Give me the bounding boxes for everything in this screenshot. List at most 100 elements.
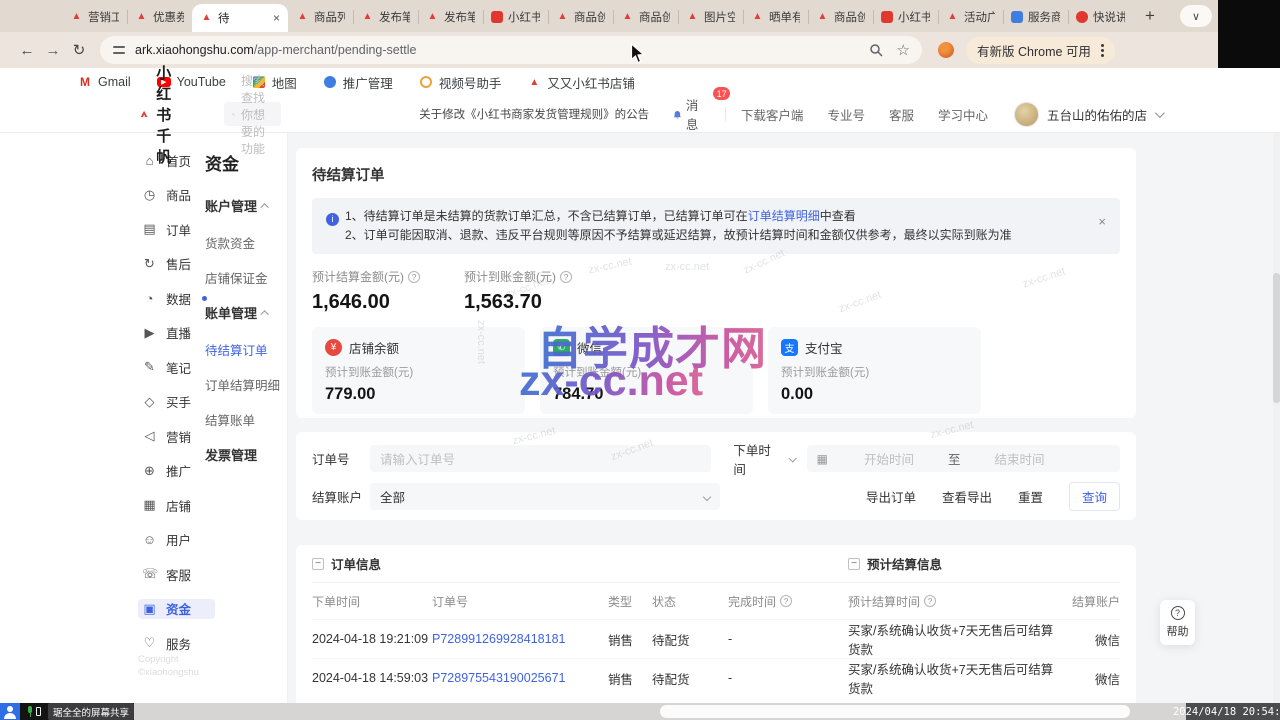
menu-item-pending-settle[interactable]: 待结算订单 xyxy=(205,340,288,359)
bookmark-channels[interactable]: 视频号助手 xyxy=(419,73,502,92)
sidebar-item-products[interactable]: ◷商品 xyxy=(138,185,215,205)
nav-download-client[interactable]: 下载客户端 xyxy=(741,105,804,124)
xiaohongshu-ark-favicon: ▲ xyxy=(751,10,764,23)
heart-icon: ♡ xyxy=(142,635,157,651)
sidebar-item-data[interactable]: ◔数据 xyxy=(138,288,215,308)
sidebar-item-users[interactable]: ☺用户 xyxy=(138,530,215,550)
collapse-icon[interactable]: − xyxy=(848,558,860,570)
sidebar-item-shop[interactable]: ▦店铺 xyxy=(138,495,215,515)
help-question-icon[interactable]: ? xyxy=(560,271,572,283)
browser-tab[interactable]: ▲商品创 xyxy=(613,1,678,32)
browser-tab[interactable]: 快说讲 xyxy=(1068,1,1133,32)
browser-tab[interactable]: 小红书 xyxy=(873,1,938,32)
browser-tab[interactable]: ▲优惠券 xyxy=(127,1,192,32)
browser-tab[interactable]: ▲商品列 xyxy=(288,1,353,32)
sidebar-item-notes[interactable]: ✎笔记 xyxy=(138,357,215,377)
order-no-input[interactable]: 请输入订单号 xyxy=(370,445,711,472)
menu-group-bill-mgmt[interactable]: 账单管理 xyxy=(205,303,288,322)
bookmark-promotion[interactable]: 推广管理 xyxy=(323,73,393,92)
browser-tab[interactable]: ▲发布笔 xyxy=(353,1,418,32)
sidebar-item-funds[interactable]: ▣资金 xyxy=(138,599,215,619)
bookmark-gmail[interactable]: MGmail xyxy=(78,75,131,89)
browser-tab[interactable]: ▲商品创 xyxy=(808,1,873,32)
scrollbar-thumb[interactable] xyxy=(1273,273,1280,403)
participant-icon[interactable] xyxy=(0,703,20,720)
nav-learning-center[interactable]: 学习中心 xyxy=(938,105,988,124)
sidebar-item-marketing[interactable]: ◁营销 xyxy=(138,426,215,446)
close-tab-icon[interactable]: × xyxy=(273,11,280,25)
help-question-icon[interactable]: ? xyxy=(408,271,420,283)
sidebar-item-service[interactable]: ☏客服 xyxy=(138,564,215,584)
table-header-row: 下单时间 订单号 类型 状态 完成时间? 预计结算时间? 结算账户 xyxy=(312,583,1120,619)
browser-tab[interactable]: 服务商 xyxy=(1003,1,1068,32)
bookmark-star-icon[interactable]: ☆ xyxy=(897,41,910,59)
view-exports-button[interactable]: 查看导出 xyxy=(942,487,992,506)
search-input[interactable]: 搜索查找你想要的功能 xyxy=(224,102,281,126)
table-group-header: −订单信息 −预计结算信息 xyxy=(312,545,1120,583)
settle-account-select[interactable]: 全部 xyxy=(370,483,720,510)
browser-tab[interactable]: ▲商品创 xyxy=(548,1,613,32)
sidebar-item-buyers[interactable]: ◇买手 xyxy=(138,392,215,412)
menu-item-settle-detail[interactable]: 订单结算明细 xyxy=(205,375,288,394)
tab-overflow-chevron[interactable]: ∨ xyxy=(1180,5,1212,27)
account-menu[interactable]: 五台山的佑佑的店 xyxy=(1014,102,1162,127)
end-time-placeholder[interactable]: 结束时间 xyxy=(994,449,1044,468)
sidebar-item-aftersale[interactable]: ↻售后 xyxy=(138,254,215,274)
export-orders-button[interactable]: 导出订单 xyxy=(866,487,916,506)
date-range-input[interactable]: ▦ 开始时间 至 结束时间 xyxy=(807,445,1120,472)
chrome-update-button[interactable]: 有新版 Chrome 可用 xyxy=(966,37,1115,64)
menu-item-goods-funds[interactable]: 货款资金 xyxy=(205,233,288,252)
browser-tab[interactable]: 小红书 xyxy=(483,1,548,32)
app-logo[interactable]: 小红书千帆 xyxy=(140,62,186,167)
main-content: 待结算订单 i1、待结算订单是未结算的货款订单汇总，不含已结算订单，已结算订单可… xyxy=(288,133,1280,703)
new-tab-button[interactable]: + xyxy=(1145,6,1155,26)
close-icon[interactable]: × xyxy=(1098,212,1106,231)
stat-value: 1,563.70 xyxy=(464,291,572,314)
order-link[interactable]: P728975543190025671 xyxy=(432,671,608,685)
time-type-select[interactable]: 下单时间 xyxy=(733,440,806,478)
query-button[interactable]: 查询 xyxy=(1069,482,1120,511)
address-bar[interactable]: ark.xiaohongshu.com/app-merchant/pending… xyxy=(100,36,922,64)
microphone-icon[interactable] xyxy=(26,706,29,717)
browser-tab[interactable]: ▲晒单有 xyxy=(743,1,808,32)
browser-tab[interactable]: ▲营销工 xyxy=(62,1,127,32)
sidebar-item-orders[interactable]: ▤订单 xyxy=(138,219,215,239)
order-link[interactable]: P728991269928418181 xyxy=(432,632,608,646)
back-button[interactable]: ← xyxy=(14,42,40,59)
settle-detail-link[interactable]: 订单结算明细 xyxy=(748,209,820,223)
browser-tab-active[interactable]: ▲待× xyxy=(192,4,288,32)
messages-button[interactable]: 消息 17 xyxy=(673,95,703,133)
nav-customer-service[interactable]: 客服 xyxy=(889,105,914,124)
bookmark-xhs-shop[interactable]: ▲又又小红书店铺 xyxy=(527,73,635,92)
announcement-link[interactable]: 关于修改《小红书商家发货管理规则》的公告 xyxy=(419,106,649,122)
nav-professional-account[interactable]: 专业号 xyxy=(827,105,865,124)
sidebar-item-promotion[interactable]: ⊕推广 xyxy=(138,461,215,481)
sidebar-item-live[interactable]: ▶直播 xyxy=(138,323,215,343)
browser-menu-icon[interactable] xyxy=(1101,44,1104,57)
browser-tab[interactable]: ▲图片空 xyxy=(678,1,743,32)
collapse-icon[interactable]: − xyxy=(312,558,324,570)
search-icon[interactable] xyxy=(869,43,883,57)
menu-group-account-mgmt[interactable]: 账户管理 xyxy=(205,196,288,215)
extension-icon[interactable] xyxy=(938,42,954,58)
help-question-icon[interactable]: ? xyxy=(780,595,792,607)
order-info-group[interactable]: −订单信息 xyxy=(312,554,608,573)
forward-button[interactable]: → xyxy=(40,42,66,59)
menu-group-invoice-mgmt[interactable]: 发票管理 xyxy=(205,445,288,464)
help-floating-button[interactable]: ? 帮助 xyxy=(1160,600,1195,645)
help-question-icon[interactable]: ? xyxy=(924,595,936,607)
start-time-placeholder[interactable]: 开始时间 xyxy=(864,449,914,468)
sidebar-item-services[interactable]: ♡服务 xyxy=(138,633,215,653)
xiaohongshu-ark-favicon: ▲ xyxy=(426,10,439,23)
menu-item-settle-bill[interactable]: 结算账单 xyxy=(205,410,288,429)
browser-tab[interactable]: ▲活动广 xyxy=(938,1,1003,32)
scrollbar[interactable] xyxy=(1273,133,1280,703)
reload-button[interactable]: ↻ xyxy=(66,41,92,59)
browser-tab[interactable]: ▲发布笔 xyxy=(418,1,483,32)
screen-icon[interactable] xyxy=(36,707,41,716)
menu-item-deposit[interactable]: 店铺保证金 xyxy=(205,268,288,287)
reset-button[interactable]: 重置 xyxy=(1018,487,1043,506)
search-icon xyxy=(232,109,235,120)
site-settings-icon[interactable] xyxy=(112,43,126,57)
settlement-info-group[interactable]: −预计结算信息 xyxy=(848,554,1120,573)
